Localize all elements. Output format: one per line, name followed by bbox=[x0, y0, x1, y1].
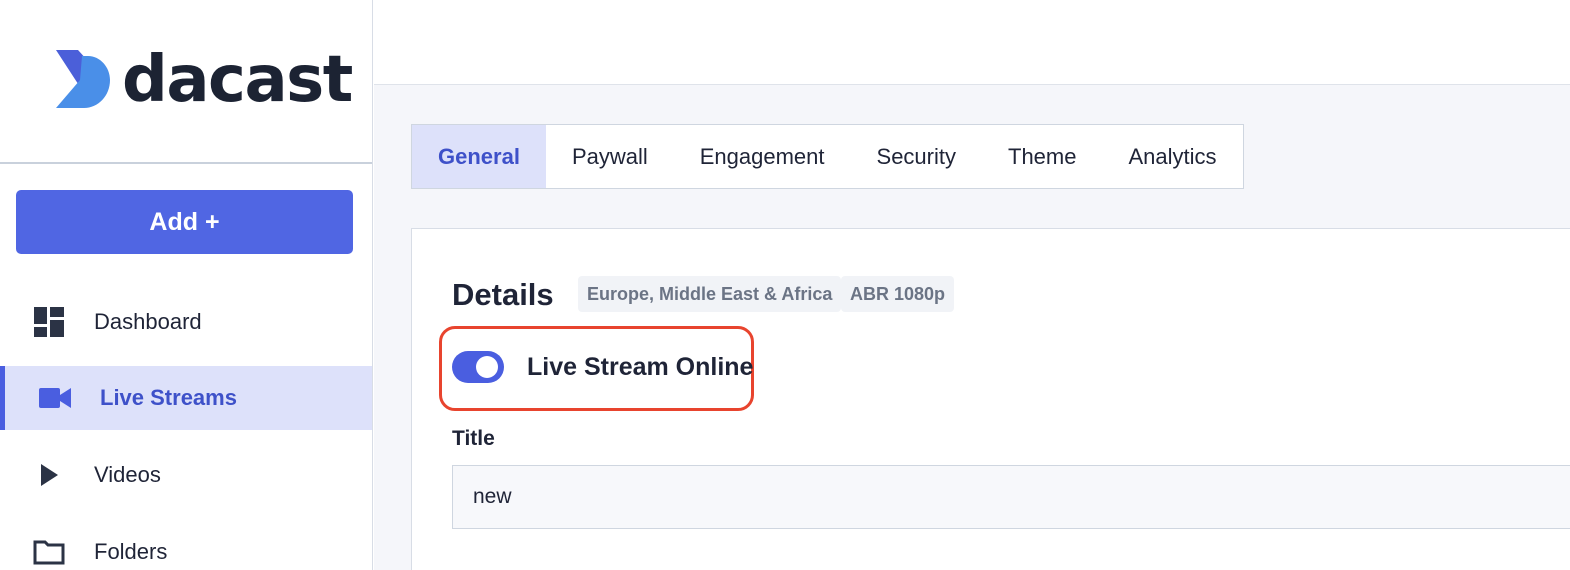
details-heading: Details bbox=[452, 277, 554, 312]
sidebar-item-folders[interactable]: Folders bbox=[0, 520, 372, 570]
dacast-logo-icon bbox=[56, 50, 110, 108]
sidebar-item-label: Live Streams bbox=[100, 385, 237, 410]
live-stream-online-toggle[interactable] bbox=[452, 351, 504, 383]
tab-general[interactable]: General bbox=[412, 125, 546, 188]
logo-wordmark: dacast bbox=[122, 43, 353, 117]
main-content: General Paywall Engagement Security Them… bbox=[374, 85, 1570, 570]
sidebar-item-label: Folders bbox=[94, 539, 168, 564]
details-card: Details Europe, Middle East & Africa ABR… bbox=[411, 228, 1570, 570]
live-stream-online-label: Live Stream Online bbox=[527, 353, 754, 381]
quality-badge: ABR 1080p bbox=[841, 276, 955, 312]
title-input[interactable] bbox=[452, 465, 1570, 529]
tab-bar: General Paywall Engagement Security Them… bbox=[411, 124, 1244, 189]
logo-area: dacast bbox=[0, 0, 372, 164]
dashboard-icon bbox=[32, 305, 66, 339]
folder-icon bbox=[32, 535, 66, 569]
sidebar-item-label: Dashboard bbox=[94, 309, 202, 334]
tab-paywall[interactable]: Paywall bbox=[546, 125, 674, 188]
tab-engagement[interactable]: Engagement bbox=[674, 125, 851, 188]
sidebar-item-live-streams[interactable]: Live Streams bbox=[0, 366, 372, 430]
tab-theme[interactable]: Theme bbox=[982, 125, 1102, 188]
top-bar bbox=[374, 0, 1570, 85]
sidebar-item-dashboard[interactable]: Dashboard bbox=[0, 290, 372, 354]
title-label: Title bbox=[452, 427, 495, 450]
toggle-knob bbox=[476, 356, 498, 378]
tab-analytics[interactable]: Analytics bbox=[1102, 125, 1242, 188]
sidebar: dacast Add + Dashboard Live Streams Vide… bbox=[0, 0, 373, 570]
tab-security[interactable]: Security bbox=[851, 125, 982, 188]
sidebar-item-label: Videos bbox=[94, 462, 161, 487]
region-badge: Europe, Middle East & Africa bbox=[578, 276, 842, 312]
sidebar-item-videos[interactable]: Videos bbox=[0, 443, 372, 507]
play-icon bbox=[32, 458, 66, 492]
video-camera-icon bbox=[38, 381, 72, 415]
add-button[interactable]: Add + bbox=[16, 190, 353, 254]
